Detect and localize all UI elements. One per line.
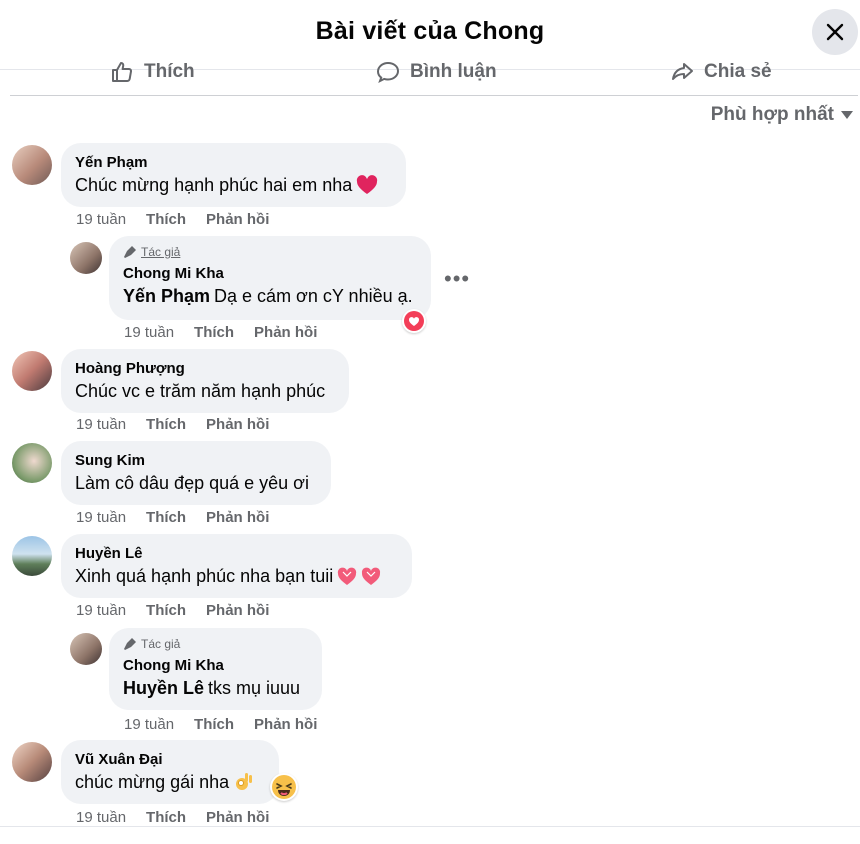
author-badge: Tác giả [123,636,308,652]
comment-meta: 19 tuần Thích Phản hồi [124,716,317,733]
comment-bubble: Hoàng Phượng Chúc vc e trăm năm hạnh phú… [61,349,349,413]
avatar[interactable] [70,242,102,274]
microphone-icon [124,246,136,258]
comment-bubble: Vũ Xuân Đại chúc mừng gái nha [61,740,279,804]
comment-meta: 19 tuần Thích Phản hồi [76,211,269,228]
comment-body: Dạ e cám ơn cY nhiều ạ. [214,286,413,306]
like-action-label: Thích [144,61,195,82]
comment-body: Xinh quá hạnh phúc nha bạn tuii [75,566,334,586]
avatar[interactable] [12,145,52,185]
sort-label: Phù hợp nhất [710,104,834,125]
like-link[interactable]: Thích [194,324,234,341]
comment-meta: 19 tuần Thích Phản hồi [124,324,317,341]
comment-author[interactable]: Chong Mi Kha [123,656,308,676]
comment-body: tks mụ iuuu [208,678,301,698]
comment-text: Huyền Lê tks mụ iuuu [123,676,308,700]
share-action-button[interactable]: Chia sẻ [670,60,772,84]
like-link[interactable]: Thích [146,509,186,526]
comment-time[interactable]: 19 tuần [76,509,126,526]
laughing-face-icon [270,773,298,801]
page-title: Bài viết của Chong [315,17,545,45]
reply-link[interactable]: Phản hồi [206,602,269,619]
close-button[interactable] [812,9,858,55]
mention-link[interactable]: Huyền Lê [123,676,204,700]
reply-link[interactable]: Phản hồi [206,509,269,526]
mention-link[interactable]: Yến Phạm [123,284,210,308]
two-hearts-icon [338,567,381,585]
comment-time[interactable]: 19 tuần [124,716,174,733]
comment-body: chúc mừng gái nha [75,772,230,792]
comment-icon [376,61,400,84]
comment-author[interactable]: Yến Phạm [75,153,392,173]
reply-link[interactable]: Phản hồi [254,716,317,733]
sort-dropdown[interactable]: Phù hợp nhất [711,104,854,126]
like-link[interactable]: Thích [194,716,234,733]
comment-text: chúc mừng gái nha [75,770,265,794]
comment-action-button[interactable]: Bình luận [376,60,497,84]
reply-link[interactable]: Phản hồi [254,324,317,341]
avatar[interactable] [12,351,52,391]
like-link[interactable]: Thích [146,211,186,228]
reply-link[interactable]: Phản hồi [206,211,269,228]
author-badge-label[interactable]: Tác giả [141,244,180,260]
love-reaction-icon[interactable] [402,309,426,333]
share-icon [672,63,693,80]
comment-author[interactable]: Huyền Lê [75,544,398,564]
comment-meta: 19 tuần Thích Phản hồi [76,509,269,526]
comment-time[interactable]: 19 tuần [76,416,126,433]
comment-meta: 19 tuần Thích Phản hồi [76,809,269,826]
reply-link[interactable]: Phản hồi [206,809,269,826]
comment-author[interactable]: Hoàng Phượng [75,359,335,379]
like-action-button[interactable]: Thích [110,60,195,84]
comment-body: Làm cô dâu đẹp quá e yêu ơi [75,473,309,493]
ok-hand-icon [236,773,253,790]
more-options-icon[interactable]: ••• [444,266,470,292]
comment-time[interactable]: 19 tuần [76,809,126,826]
like-link[interactable]: Thích [146,416,186,433]
comment-body: Chúc mừng hạnh phúc hai em nha [75,175,353,195]
author-badge-label[interactable]: Tác giả [141,636,180,652]
caret-down-icon [841,111,853,119]
microphone-icon [124,638,136,650]
comment-text: Xinh quá hạnh phúc nha bạn tuii [75,564,398,588]
reply-bubble: Tác giả Chong Mi Kha Huyền Lê tks mụ iuu… [109,628,322,710]
thumbs-up-icon [112,62,132,83]
avatar[interactable] [12,742,52,782]
share-action-label: Chia sẻ [704,61,772,82]
red-heart-icon [357,175,378,194]
divider [0,826,860,827]
reply-bubble: Tác giả Chong Mi Kha Yến Phạm Dạ e cám ơ… [109,236,431,320]
author-badge: Tác giả [123,244,417,260]
avatar[interactable] [70,633,102,665]
post-action-bar: Thích Bình luận Chia sẻ [10,54,858,96]
comment-bubble: Sung Kim Làm cô dâu đẹp quá e yêu ơi [61,441,331,505]
comment-time[interactable]: 19 tuần [76,602,126,619]
comment-meta: 19 tuần Thích Phản hồi [76,602,269,619]
avatar[interactable] [12,536,52,576]
like-link[interactable]: Thích [146,809,186,826]
comment-text: Yến Phạm Dạ e cám ơn cY nhiều ạ. [123,284,417,308]
comment-text: Chúc vc e trăm năm hạnh phúc [75,379,335,403]
comment-time[interactable]: 19 tuần [124,324,174,341]
comment-author[interactable]: Chong Mi Kha [123,264,417,284]
comment-action-label: Bình luận [410,61,497,82]
close-icon [826,23,844,41]
comment-time[interactable]: 19 tuần [76,211,126,228]
comment-bubble: Huyền Lê Xinh quá hạnh phúc nha bạn tuii [61,534,412,598]
comment-body: Chúc vc e trăm năm hạnh phúc [75,381,326,401]
comment-author[interactable]: Vũ Xuân Đại [75,750,265,770]
comment-text: Chúc mừng hạnh phúc hai em nha [75,173,392,197]
comment-text: Làm cô dâu đẹp quá e yêu ơi [75,471,317,495]
reply-link[interactable]: Phản hồi [206,416,269,433]
comment-author[interactable]: Sung Kim [75,451,317,471]
like-link[interactable]: Thích [146,602,186,619]
comment-bubble: Yến Phạm Chúc mừng hạnh phúc hai em nha [61,143,406,207]
comment-meta: 19 tuần Thích Phản hồi [76,416,269,433]
avatar[interactable] [12,443,52,483]
